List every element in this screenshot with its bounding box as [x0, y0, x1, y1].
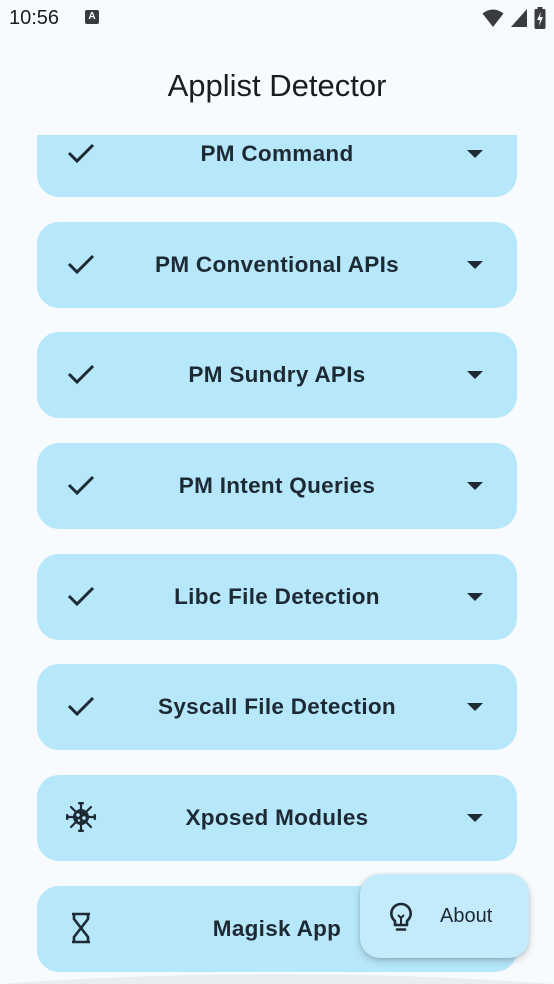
check-icon: [65, 137, 97, 169]
battery-icon: [534, 7, 546, 29]
detection-card-label: Xposed Modules: [185, 805, 369, 830]
wifi-icon: [482, 9, 504, 27]
detection-card-label: PM Sundry APIs: [188, 362, 366, 387]
status-bar: 10:56 A: [0, 0, 554, 36]
lightbulb-icon: [388, 902, 416, 932]
detection-card-label: PM Intent Queries: [178, 473, 376, 498]
expand-arrow-icon[interactable]: [467, 261, 483, 269]
detection-card-xposed-modules[interactable]: Xposed Modules: [37, 775, 517, 861]
cellular-signal-icon: [511, 9, 527, 27]
virus-icon: [65, 801, 97, 833]
detection-card-pm-conventional-apis[interactable]: PM Conventional APIs: [37, 222, 517, 308]
detection-card-label: Syscall File Detection: [158, 694, 396, 719]
detection-card-libc-file-detection[interactable]: Libc File Detection: [37, 554, 517, 640]
status-indicators: [482, 7, 546, 29]
gesture-bar: [0, 974, 554, 984]
check-icon: [65, 358, 97, 390]
detection-card-label: PM Command: [200, 141, 354, 166]
status-time: 10:56: [9, 7, 60, 29]
check-icon: [65, 248, 97, 280]
about-button-label: About: [440, 905, 493, 927]
expand-arrow-icon[interactable]: [467, 482, 483, 490]
hourglass-icon: [65, 912, 97, 944]
detection-card-syscall-file-detection[interactable]: Syscall File Detection: [37, 664, 517, 750]
expand-arrow-icon[interactable]: [467, 150, 483, 158]
expand-arrow-icon[interactable]: [467, 814, 483, 822]
detection-card-pm-sundry-apis[interactable]: PM Sundry APIs: [37, 332, 517, 418]
detection-card-label: PM Conventional APIs: [155, 252, 399, 277]
detection-list[interactable]: PM Command PM Conventional APIs PM Sundr…: [0, 135, 554, 984]
detection-card-label: Libc File Detection: [174, 584, 380, 609]
expand-arrow-icon[interactable]: [467, 593, 483, 601]
check-icon: [65, 580, 97, 612]
expand-arrow-icon[interactable]: [467, 371, 483, 379]
expand-arrow-icon[interactable]: [467, 703, 483, 711]
app-title: Applist Detector: [167, 68, 387, 103]
check-icon: [65, 690, 97, 722]
notification-icon: A: [85, 10, 99, 24]
about-button[interactable]: About: [360, 874, 529, 958]
check-icon: [65, 469, 97, 501]
detection-card-pm-intent-queries[interactable]: PM Intent Queries: [37, 443, 517, 529]
detection-card-pm-command[interactable]: PM Command: [37, 135, 517, 197]
